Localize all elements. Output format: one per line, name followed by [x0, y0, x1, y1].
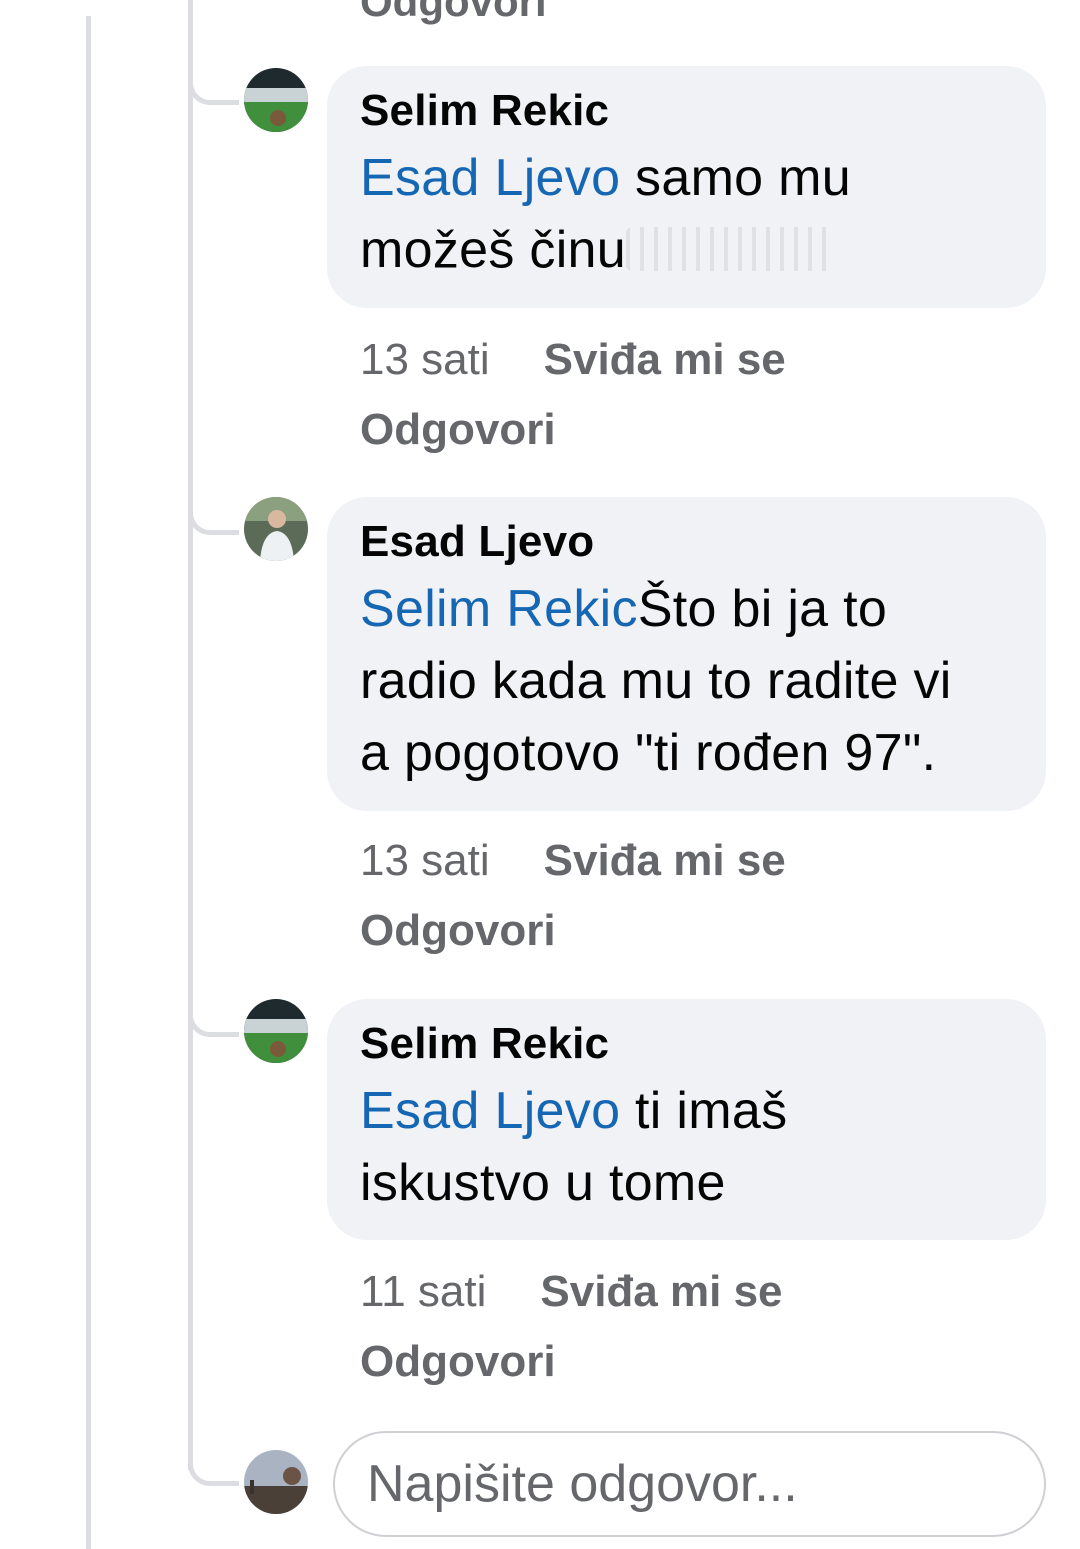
comment-author[interactable]: Selim Rekic [360, 86, 1012, 136]
comment-actions: 13 sati Sviđa mi se Odgovori [360, 826, 920, 966]
comment-actions: 11 sati Sviđa mi se Odgovori [360, 1257, 920, 1397]
comment-timestamp[interactable]: 13 sati [360, 836, 490, 885]
thread-line-outer [86, 16, 91, 1549]
thread-connector [188, 68, 239, 105]
avatar-image [244, 999, 308, 1063]
comment-text-segment: a pogotovo "ti rođen 97". [360, 724, 937, 782]
avatar-esad-ljevo[interactable] [244, 497, 308, 561]
blurred-text [626, 227, 836, 271]
mention-link[interactable]: Selim Rekic [360, 580, 638, 638]
avatar-selim-rekic[interactable] [244, 68, 308, 132]
comment-text-segment: ti imaš [620, 1082, 788, 1140]
comment-bubble: Esad Ljevo Selim RekicŠto bi ja to radio… [327, 497, 1046, 811]
avatar-image [244, 497, 308, 561]
reply-button[interactable]: Odgovori [360, 405, 556, 454]
reply-button[interactable]: Odgovori [360, 906, 556, 955]
comment-author[interactable]: Esad Ljevo [360, 517, 1012, 567]
avatar-selim-rekic[interactable] [244, 999, 308, 1063]
current-user-avatar [244, 1450, 308, 1514]
comment-author[interactable]: Selim Rekic [360, 1019, 1012, 1069]
comment-text-segment: Što bi ja to [637, 580, 888, 638]
thread-connector [188, 1000, 239, 1037]
comment-bubble: Selim Rekic Esad Ljevo samo mu možeš čin… [327, 66, 1046, 308]
avatar-image [244, 68, 308, 132]
previous-reply-link[interactable]: Odgovori [360, 0, 547, 26]
mention-link[interactable]: Esad Ljevo [360, 149, 620, 207]
comment-text-segment: iskustvo u tome [360, 1154, 726, 1212]
thread-line-inner [188, 0, 193, 1470]
mention-link[interactable]: Esad Ljevo [360, 1082, 620, 1140]
comment-text-segment: možeš činu [360, 221, 626, 279]
avatar-image [244, 1450, 308, 1514]
comment-text: Selim RekicŠto bi ja to radio kada mu to… [360, 573, 1012, 789]
comment-text: Esad Ljevo samo mu možeš činu [360, 142, 1012, 286]
like-button[interactable]: Sviđa mi se [540, 1267, 782, 1316]
thread-connector [188, 498, 239, 535]
comment-bubble: Selim Rekic Esad Ljevo ti imaš iskustvo … [327, 999, 1046, 1240]
comment-timestamp[interactable]: 11 sati [360, 1267, 486, 1316]
like-button[interactable]: Sviđa mi se [544, 335, 786, 384]
comment-text: Esad Ljevo ti imaš iskustvo u tome [360, 1075, 1012, 1219]
comment-text-segment: samo mu [620, 149, 851, 207]
comment-text-segment: radio kada mu to radite vi [360, 652, 952, 710]
comment-actions: 13 sati Sviđa mi se Odgovori [360, 325, 920, 465]
like-button[interactable]: Sviđa mi se [544, 836, 786, 885]
thread-connector [188, 1449, 239, 1486]
reply-button[interactable]: Odgovori [360, 1337, 556, 1386]
comment-timestamp[interactable]: 13 sati [360, 335, 490, 384]
reply-input[interactable]: Napišite odgovor... [333, 1431, 1046, 1537]
